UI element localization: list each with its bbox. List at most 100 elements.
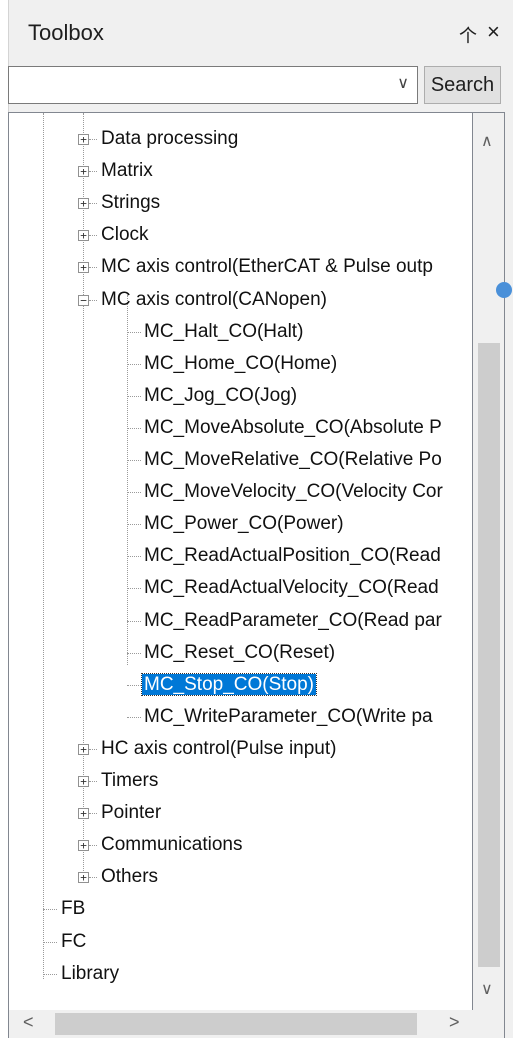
tree-item-label: MC_Reset_CO(Reset) — [144, 641, 336, 663]
expand-icon[interactable]: + — [78, 230, 89, 242]
tree-group[interactable]: MC axis control(CANopen) — [99, 286, 329, 314]
tree-group[interactable]: MC axis control(EtherCAT & Pulse outp — [99, 253, 435, 281]
tree-guide-line — [127, 460, 141, 461]
tree-item-label: MC_ReadActualVelocity_CO(Read — [144, 577, 439, 599]
tree-item-label: FB — [61, 898, 86, 920]
tree-group[interactable]: Timers — [99, 767, 160, 795]
horizontal-scroll-thumb[interactable] — [55, 1013, 417, 1035]
scroll-up-icon[interactable]: ∧ — [481, 131, 493, 151]
tree-guide-line — [89, 203, 97, 205]
tree-group[interactable]: HC axis control(Pulse input) — [99, 735, 338, 763]
tree-guide-line — [89, 845, 97, 847]
tree-guide-line — [127, 295, 128, 665]
tree-item-label: Strings — [101, 192, 161, 214]
tree-guide-line — [89, 267, 97, 269]
expand-icon[interactable]: + — [78, 134, 89, 145]
tree-item[interactable]: MC_MoveVelocity_CO(Velocity Cor — [142, 478, 445, 506]
tree-guide-line — [127, 331, 141, 333]
tree-item-label: FC — [61, 930, 87, 952]
chevron-down-icon[interactable]: ∨ — [397, 73, 409, 93]
tree-item[interactable]: MC_ReadParameter_CO(Read par — [142, 607, 444, 635]
tree-item-label: Library — [61, 962, 120, 984]
expand-icon[interactable]: + — [78, 166, 89, 178]
panel-title: Toolbox — [28, 20, 104, 45]
scroll-down-icon[interactable]: ∨ — [481, 979, 493, 999]
tree-guide-line — [43, 941, 57, 943]
tree-item-label: MC_MoveVelocity_CO(Velocity Cor — [144, 481, 443, 503]
toolbox-tree[interactable]: Data processing + Matrix + Strings + Clock + MC … — [8, 112, 473, 1038]
expand-icon[interactable]: + — [78, 262, 89, 274]
resize-handle-dot[interactable] — [496, 282, 512, 298]
tree-guide-line — [127, 492, 141, 494]
scroll-left-icon[interactable]: < — [23, 1012, 34, 1033]
tree-item-label: Clock — [101, 224, 149, 246]
tree-item-label: Data processing — [101, 128, 239, 149]
tree-item[interactable]: MC_Halt_CO(Halt) — [142, 318, 305, 346]
tree-guide-line — [127, 652, 141, 654]
tree-guide-line — [89, 235, 97, 237]
tree-group[interactable]: Clock — [99, 221, 151, 249]
tree-group[interactable]: Strings — [99, 189, 162, 217]
search-button[interactable]: Search — [424, 66, 501, 104]
tree-group[interactable]: Others — [99, 863, 160, 891]
tree-item[interactable]: MC_Reset_CO(Reset) — [142, 639, 337, 667]
tree-guide-line — [127, 588, 141, 590]
tree-root-item[interactable]: FC — [59, 928, 88, 956]
collapse-icon[interactable]: − — [78, 294, 89, 306]
tree-guide-line — [43, 973, 57, 975]
tree-root-item[interactable]: FB — [59, 895, 87, 923]
tree-item[interactable]: MC_ReadActualVelocity_CO(Read — [142, 574, 441, 602]
tree-item[interactable]: MC_Power_CO(Power) — [142, 510, 346, 538]
tree-item-label: MC_WriteParameter_CO(Write pa — [144, 705, 433, 727]
tree-item[interactable]: MC_WriteParameter_CO(Write pa — [142, 703, 435, 731]
expand-icon[interactable]: + — [78, 776, 89, 787]
tree-item[interactable]: MC_Jog_CO(Jog) — [142, 382, 299, 410]
tree-guide-line — [127, 427, 141, 429]
tree-item-label: MC_MoveAbsolute_CO(Absolute P — [144, 416, 442, 438]
vertical-scroll-thumb[interactable] — [478, 343, 500, 967]
close-icon[interactable]: × — [487, 19, 500, 45]
tree-guide-line — [89, 748, 97, 750]
tree-guide-line — [127, 524, 141, 526]
tree-item-label: Communications — [101, 834, 243, 856]
tree-item-label: Others — [101, 866, 159, 888]
tree-item[interactable]: MC_MoveAbsolute_CO(Absolute P — [142, 414, 444, 442]
tree-group[interactable]: Communications — [99, 831, 245, 859]
tree-item-label: MC_Jog_CO(Jog) — [144, 384, 298, 406]
tree-guide-line — [127, 363, 141, 365]
tree-guide-line — [43, 113, 44, 979]
search-combobox[interactable]: ∨ — [8, 66, 418, 104]
tree-group[interactable]: Data processing — [99, 125, 240, 153]
vertical-scrollbar[interactable]: ∧ ∨ — [473, 112, 505, 1010]
tree-group[interactable]: Matrix — [99, 157, 155, 185]
tree-item[interactable]: MC_MoveRelative_CO(Relative Po — [142, 446, 444, 474]
tree-item-label: Pointer — [101, 802, 162, 824]
tree-item-selected[interactable]: MC_Stop_CO(Stop) — [140, 671, 318, 699]
expand-icon[interactable]: + — [78, 808, 89, 820]
tree-guide-line — [43, 909, 57, 911]
tree-item-label: Matrix — [101, 160, 153, 182]
expand-icon[interactable]: + — [78, 743, 89, 755]
pin-icon[interactable]: 个 — [459, 22, 477, 48]
tree-guide-line — [89, 299, 97, 301]
tree-item-label: MC_Power_CO(Power) — [144, 513, 344, 535]
tree-item[interactable]: MC_ReadActualPosition_CO(Read — [142, 542, 443, 570]
tree-guide-line — [127, 684, 141, 686]
title-bar: Toolbox 个 × — [9, 0, 513, 60]
tree-item-label: MC axis control(CANopen) — [101, 288, 327, 310]
tree-group[interactable]: Pointer — [99, 799, 163, 827]
tree-item[interactable]: MC_Home_CO(Home) — [142, 350, 339, 378]
scroll-right-icon[interactable]: > — [449, 1012, 460, 1033]
horizontal-scrollbar[interactable]: < > — [8, 1010, 505, 1038]
tree-item-label: Timers — [101, 770, 159, 791]
tree-guide-line — [127, 716, 141, 718]
tree-guide-line — [89, 139, 97, 140]
tree-item-label: MC_ReadParameter_CO(Read par — [144, 609, 442, 631]
tree-guide-line — [127, 395, 141, 397]
expand-icon[interactable]: + — [78, 872, 89, 884]
expand-icon[interactable]: + — [78, 198, 89, 210]
tree-root-item[interactable]: Library — [59, 960, 121, 988]
tree-guide-line — [127, 556, 141, 558]
expand-icon[interactable]: + — [78, 840, 89, 852]
tree-item-label: MC_Stop_CO(Stop) — [140, 672, 318, 696]
